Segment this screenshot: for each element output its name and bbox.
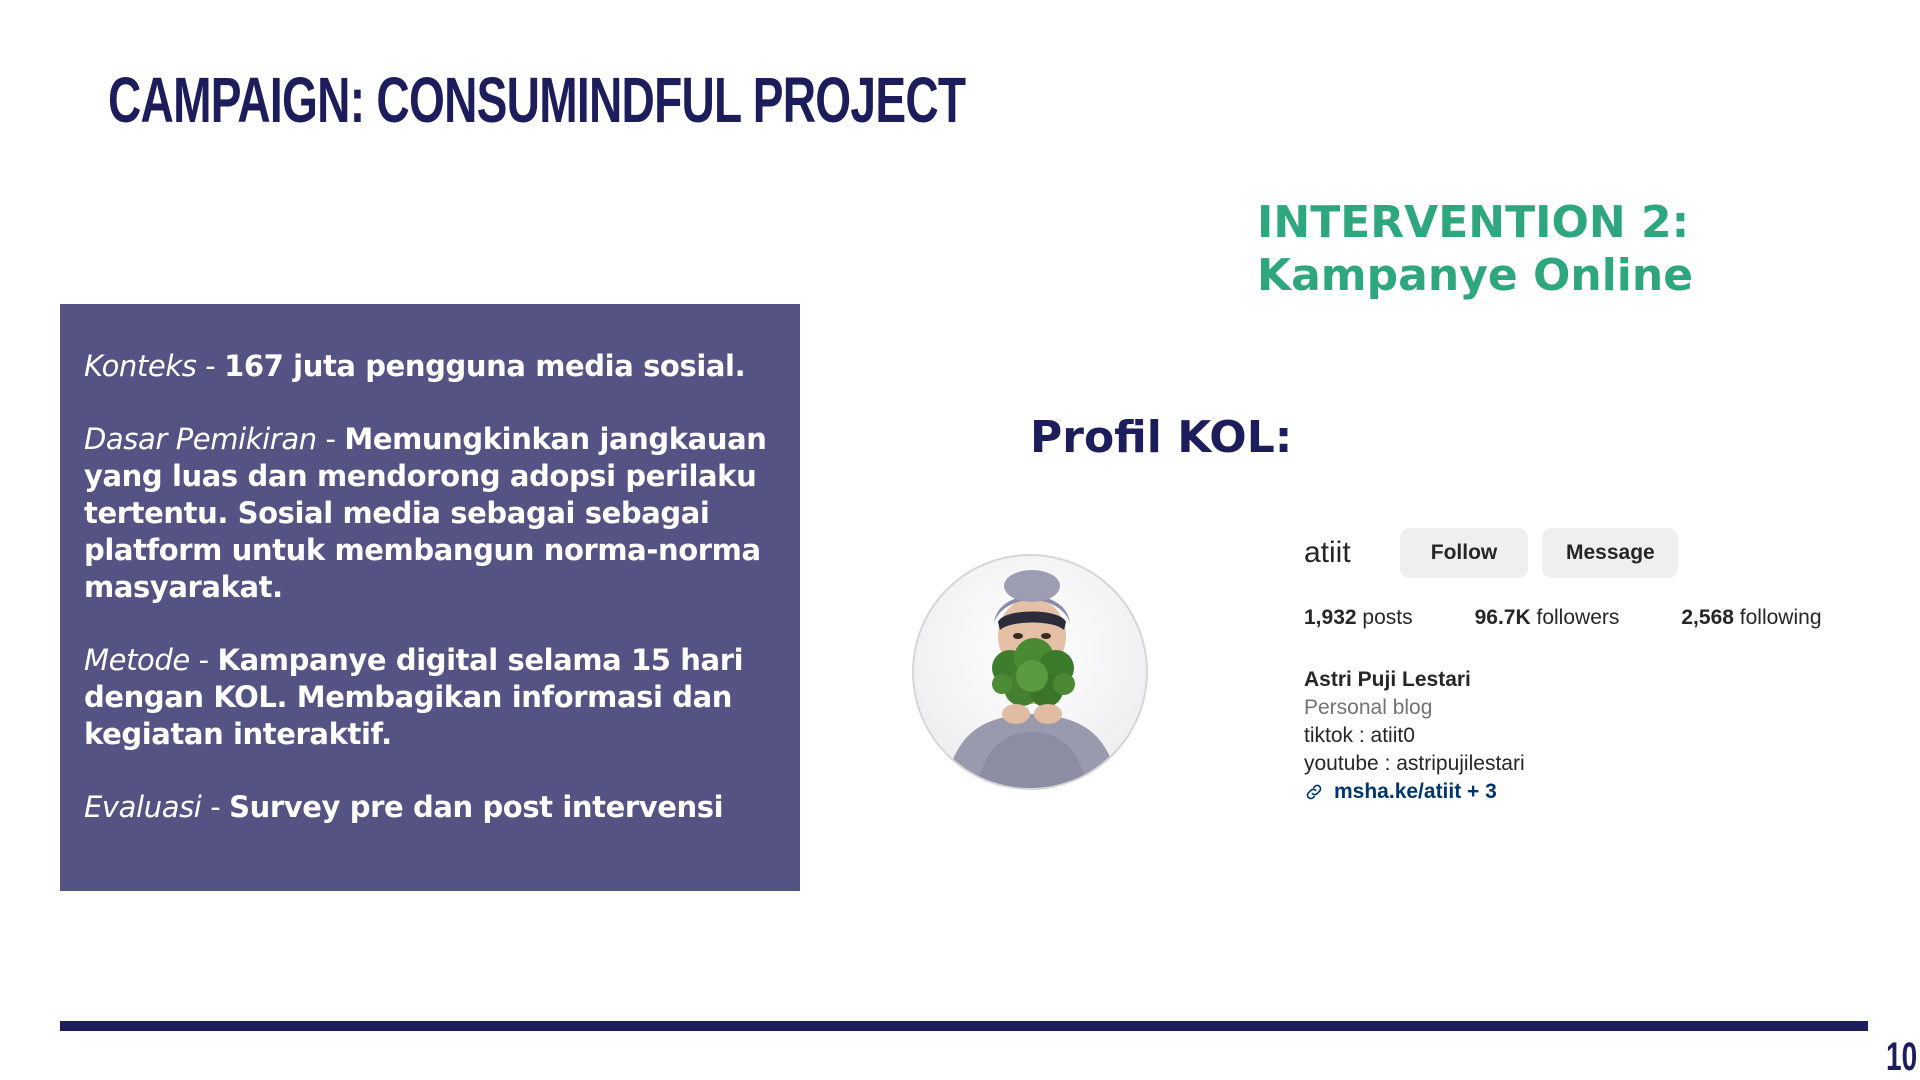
link-icon [1306, 784, 1322, 800]
avatar[interactable] [912, 554, 1148, 790]
info-key: Metode [84, 643, 190, 677]
info-value: 167 juta pengguna media sosial. [224, 349, 746, 383]
bottom-divider [60, 1021, 1868, 1031]
bio-line: tiktok : atiit0 [1304, 724, 1415, 747]
profile-header: atiit Follow Message [1304, 528, 1864, 578]
profile-stats: 1,932 posts 96.7K followers 2,568 follow… [1304, 606, 1864, 630]
profile-username[interactable]: atiit [1304, 536, 1400, 570]
bio-line: youtube : astripujilestari [1304, 752, 1525, 775]
posts-stat[interactable]: 1,932 posts [1304, 606, 1413, 630]
following-label: following [1739, 606, 1822, 629]
info-key: Dasar Pemikiran [84, 422, 317, 456]
posts-label: posts [1362, 606, 1413, 629]
info-item-metode: Metode - Kampanye digital selama 15 hari… [84, 642, 776, 753]
followers-label: followers [1536, 606, 1620, 629]
avatar-photo [944, 570, 1120, 788]
info-key: Evaluasi [84, 790, 202, 824]
slide-title: Campaign: Consumindful Project [108, 64, 966, 136]
follow-button[interactable]: Follow [1400, 528, 1528, 578]
intervention-line2: Kampanye Online [1257, 250, 1694, 301]
info-item-konteks: Konteks - 167 juta pengguna media sosial… [84, 348, 776, 385]
followers-count: 96.7K [1474, 606, 1531, 629]
message-button[interactable]: Message [1542, 528, 1678, 578]
following-count: 2,568 [1681, 606, 1734, 629]
info-separator: - [196, 349, 225, 383]
followers-stat[interactable]: 96.7K followers [1475, 606, 1620, 630]
info-separator: - [201, 790, 230, 824]
kol-heading: Profil KOL: [1030, 412, 1293, 463]
page-number: 10 [1886, 1035, 1918, 1079]
profile-full-name: Astri Puji Lestari [1304, 668, 1471, 691]
profile-category: Personal blog [1304, 696, 1433, 719]
profile-link[interactable]: msha.ke/atiit + 3 [1304, 778, 1864, 806]
intervention-line1: INTERVENTION 2: [1257, 197, 1690, 248]
info-item-dasar-pemikiran: Dasar Pemikiran - Memungkinkan jangkauan… [84, 421, 776, 606]
info-value: Survey pre dan post intervensi [229, 790, 724, 824]
info-key: Konteks [84, 349, 197, 383]
intervention-heading: INTERVENTION 2: Kampanye Online [1257, 196, 1777, 302]
kol-profile: atiit Follow Message 1,932 posts 96.7K f… [1304, 528, 1864, 806]
posts-count: 1,932 [1304, 606, 1357, 629]
info-separator: - [189, 643, 218, 677]
info-separator: - [316, 422, 345, 456]
info-item-evaluasi: Evaluasi - Survey pre dan post intervens… [84, 789, 776, 826]
info-box: Konteks - 167 juta pengguna media sosial… [60, 304, 800, 891]
following-stat[interactable]: 2,568 following [1681, 606, 1821, 630]
profile-link-text: msha.ke/atiit + 3 [1334, 780, 1497, 803]
profile-bio: Astri Puji Lestari Personal blog tiktok … [1304, 666, 1864, 806]
